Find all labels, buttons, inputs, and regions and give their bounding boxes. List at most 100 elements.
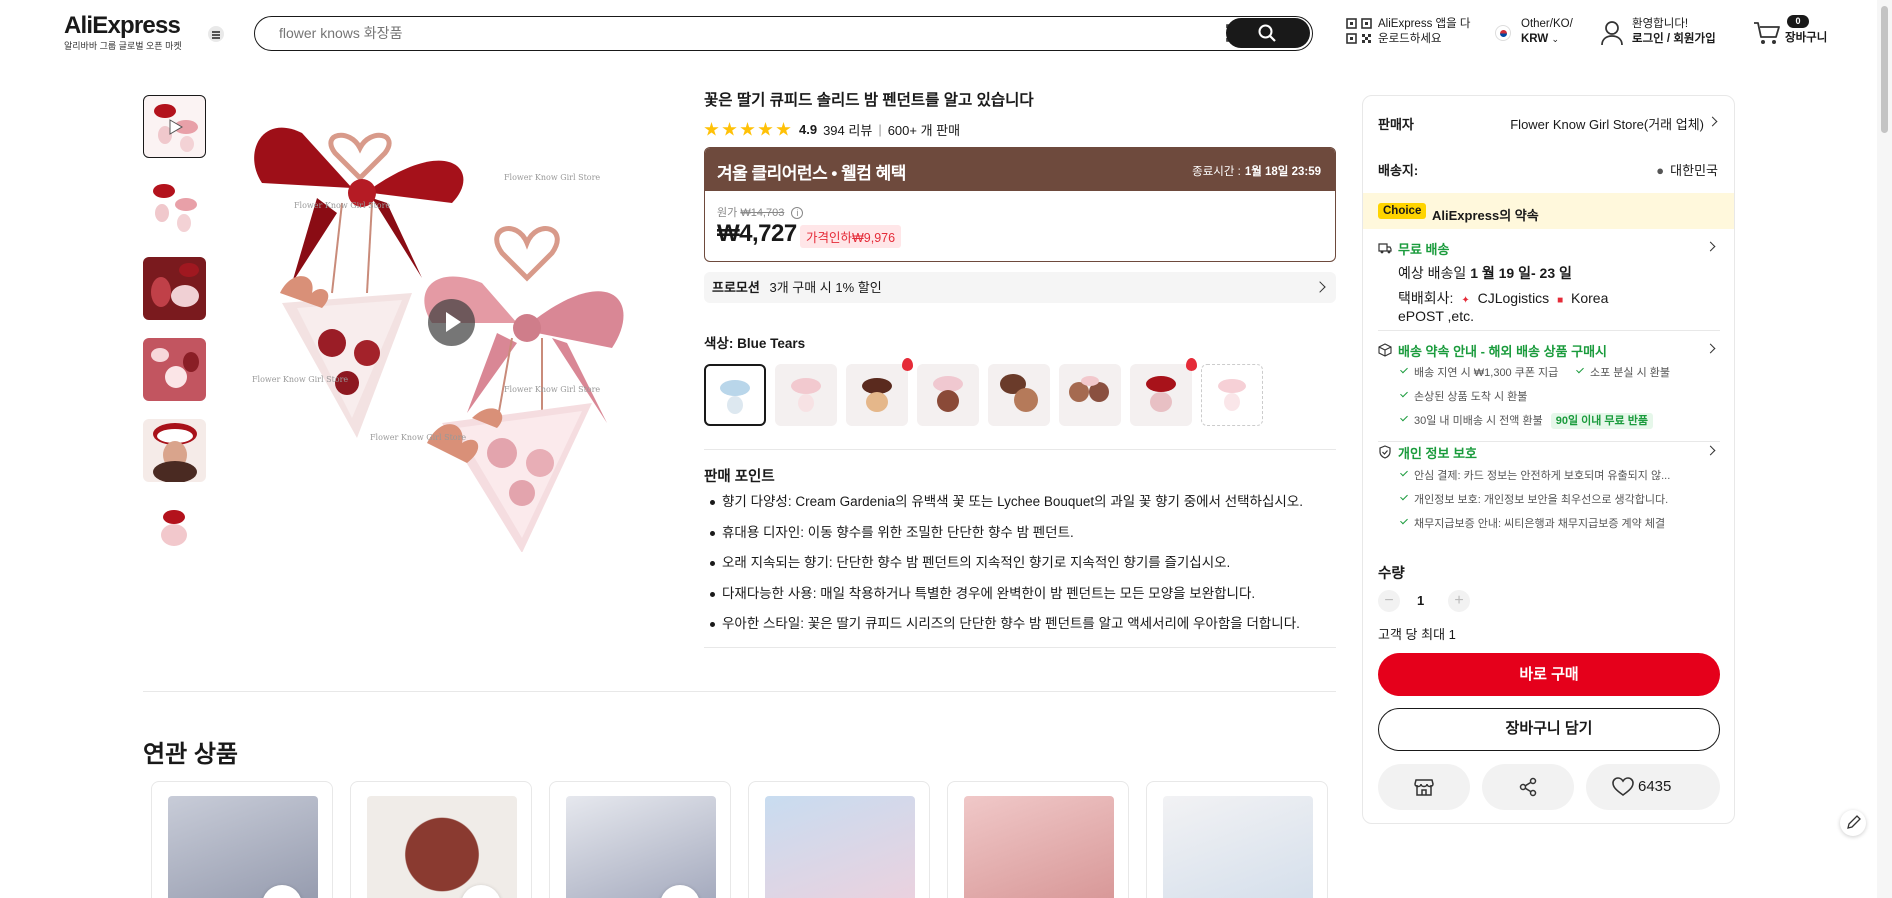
related-product-image bbox=[168, 796, 318, 898]
user-icon bbox=[1601, 21, 1623, 46]
selling-points-title: 판매 포인트 bbox=[704, 469, 775, 485]
cart-count-badge: 0 bbox=[1787, 15, 1809, 28]
play-video-button[interactable] bbox=[428, 299, 475, 346]
related-product-card[interactable] bbox=[748, 781, 930, 898]
region-text: Other/KO/ KRW ⌄ bbox=[1521, 17, 1601, 47]
wishlist-button[interactable]: 6435 bbox=[1586, 764, 1720, 810]
guarantee-title: 배송 약속 안내 - 해외 배송 상품 구매시 bbox=[1398, 344, 1608, 359]
selling-point: 우아한 스타일: 꽃은 딸기 큐피드 시리즈의 단단한 향수 밤 펜던트를 알고… bbox=[704, 614, 1336, 645]
aliexpress-logo[interactable]: AliExpress 알리바바 그룹 글로벌 오픈 마켓 bbox=[64, 12, 194, 52]
promo-banner: 겨울 클리어런스 • 웰컴 혜택 종료시간 :1월 18일 23:59 원가 ₩… bbox=[704, 147, 1336, 262]
search-button[interactable] bbox=[1226, 18, 1310, 48]
star-icon bbox=[740, 122, 755, 136]
quantity-label: 수량 bbox=[1378, 566, 1405, 582]
carrier-line: 택배회사: ✦ CJLogistics ■ Korea bbox=[1398, 288, 1608, 308]
seller-row[interactable]: 판매자 Flower Know Girl Store(거래 업체) bbox=[1378, 114, 1718, 133]
star-icon bbox=[758, 122, 773, 136]
original-price-label: 원가 bbox=[717, 207, 738, 219]
quantity-increase-button[interactable]: + bbox=[1448, 590, 1470, 612]
selling-points-list: 향기 다양성: Cream Gardenia의 유백색 꽃 또는 Lychee … bbox=[704, 492, 1336, 645]
buy-now-button[interactable]: 바로 구매 bbox=[1378, 653, 1720, 696]
watermark-4: Flower Know Girl Store bbox=[370, 433, 467, 442]
promo-header: 겨울 클리어런스 • 웰컴 혜택 종료시간 :1월 18일 23:59 bbox=[705, 148, 1335, 191]
currency: KRW bbox=[1521, 33, 1549, 45]
scrollbar-thumb[interactable] bbox=[1881, 6, 1888, 133]
choice-promise: AliExpress의 약속 bbox=[1432, 208, 1539, 223]
ship-to-row[interactable]: 배송지: ● 대한민국 bbox=[1378, 160, 1718, 179]
epost-logo-icon: ■ bbox=[1557, 295, 1564, 306]
privacy-section[interactable]: 개인 정보 보호 안심 결제: 카드 정보는 안전하게 보호되며 유출되지 않.… bbox=[1378, 443, 1718, 533]
chevron-right-icon bbox=[1705, 445, 1716, 456]
star-icon bbox=[722, 122, 737, 136]
review-count-link[interactable]: 394 리뷰 bbox=[823, 120, 872, 139]
related-product-image bbox=[1163, 796, 1313, 898]
share-button[interactable] bbox=[1482, 764, 1574, 810]
promo-end-time: 1월 18일 23:59 bbox=[1244, 166, 1321, 178]
selling-point: 오래 지속되는 향기: 단단한 향수 밤 펜던트의 지속적인 향기로 지속적인 … bbox=[704, 553, 1336, 584]
seller-name[interactable]: Flower Know Girl Store(거래 업체) bbox=[1510, 114, 1704, 133]
sold-count: 600+ 개 판매 bbox=[887, 123, 961, 138]
login-signup-link[interactable]: 로그인 / 회원가입 bbox=[1632, 33, 1716, 45]
app-download-text: AliExpress 앱을 다 운로드하세요 bbox=[1378, 17, 1478, 47]
rating-row: 4.9 394 리뷰 | 600+ 개 판매 bbox=[704, 120, 960, 139]
discount-badge: 가격인하₩9,976 bbox=[800, 225, 902, 248]
delivery-guarantee-section[interactable]: 배송 약속 안내 - 해외 배송 상품 구매시 배송 지연 시 ₩1,300 쿠… bbox=[1378, 341, 1718, 441]
color-swatch-blue-tears[interactable] bbox=[704, 364, 766, 426]
header: AliExpress 알리바바 그룹 글로벌 오픈 마켓 AliExpress … bbox=[0, 0, 1892, 66]
promo-end: 종료시간 :1월 18일 23:59 bbox=[1192, 163, 1321, 179]
related-product-card[interactable] bbox=[1146, 781, 1328, 898]
related-product-image bbox=[765, 796, 915, 898]
watermark-5: Flower Know Girl Store bbox=[504, 385, 601, 394]
menu-icon[interactable] bbox=[208, 26, 224, 42]
app-download-line1: AliExpress 앱을 다 bbox=[1378, 18, 1471, 30]
section-divider bbox=[143, 691, 1336, 692]
thumbnail-5[interactable] bbox=[143, 419, 206, 482]
color-swatch-6[interactable] bbox=[1059, 364, 1121, 426]
color-swatch-2[interactable] bbox=[775, 364, 837, 426]
main-product-image[interactable]: Flower Know Girl Store Flower Know Girl … bbox=[222, 93, 681, 552]
info-icon[interactable]: i bbox=[791, 207, 804, 219]
color-swatch-8[interactable] bbox=[1201, 364, 1263, 426]
delivery-estimate: 예상 배송일 1 월 19 일- 23 일 bbox=[1398, 263, 1572, 283]
cart-label: 장바구니 bbox=[1785, 32, 1828, 44]
share-icon bbox=[1519, 777, 1537, 797]
divider bbox=[1378, 441, 1720, 442]
thumbnail-6[interactable] bbox=[143, 500, 206, 563]
guarantee-item: 배송 지연 시 ₩1,300 쿠폰 지급 bbox=[1400, 364, 1558, 380]
related-product-card[interactable] bbox=[350, 781, 532, 898]
thumbnail-1[interactable] bbox=[143, 95, 206, 158]
color-swatch-7[interactable] bbox=[1130, 364, 1192, 426]
related-product-card[interactable] bbox=[549, 781, 731, 898]
rating-value: 4.9 bbox=[799, 122, 818, 137]
truck-icon bbox=[1378, 243, 1392, 254]
feedback-edit-icon[interactable] bbox=[1840, 810, 1866, 836]
free-return-badge: 90일 이내 무료 반품 bbox=[1550, 413, 1653, 429]
color-swatches bbox=[704, 358, 1336, 428]
quantity-value: 1 bbox=[1417, 593, 1425, 608]
promotion-label: 프로모션 bbox=[712, 280, 760, 295]
search-input[interactable] bbox=[279, 17, 1179, 49]
related-product-card[interactable] bbox=[151, 781, 333, 898]
hot-icon bbox=[1186, 358, 1197, 371]
color-swatch-5[interactable] bbox=[988, 364, 1050, 426]
page-scrollbar[interactable] bbox=[1877, 0, 1892, 898]
add-to-cart-button[interactable]: 장바구니 담기 bbox=[1378, 708, 1720, 751]
chevron-right-icon bbox=[1705, 241, 1716, 252]
thumbnail-4[interactable] bbox=[143, 338, 206, 401]
store-button[interactable] bbox=[1378, 764, 1470, 810]
promotion-row[interactable]: 프로모션 3개 구매 시 1% 할인 bbox=[704, 272, 1336, 303]
watermark-3: Flower Know Girl Store bbox=[252, 375, 349, 384]
play-icon bbox=[169, 119, 183, 135]
color-swatch-4[interactable] bbox=[917, 364, 979, 426]
color-swatch-3[interactable] bbox=[846, 364, 908, 426]
carrier-3: ePOST ,etc. bbox=[1398, 308, 1474, 324]
selling-point: 향기 다양성: Cream Gardenia의 유백색 꽃 또는 Lychee … bbox=[704, 492, 1336, 523]
thumbnail-2[interactable] bbox=[143, 176, 206, 239]
thumbnail-3[interactable] bbox=[143, 257, 206, 320]
shipping-section[interactable]: 무료 배송 예상 배송일 1 월 19 일- 23 일 택배회사: ✦ CJLo… bbox=[1378, 239, 1718, 329]
quantity-decrease-button[interactable]: − bbox=[1378, 590, 1400, 612]
related-product-card[interactable] bbox=[947, 781, 1129, 898]
original-price-row: 원가 ₩14,703 i bbox=[717, 204, 804, 220]
star-icon bbox=[776, 122, 791, 136]
product-info: 꽃은 딸기 큐피드 솔리드 밤 펜던트를 알고 있습니다 4.9 394 리뷰 … bbox=[704, 90, 1336, 648]
